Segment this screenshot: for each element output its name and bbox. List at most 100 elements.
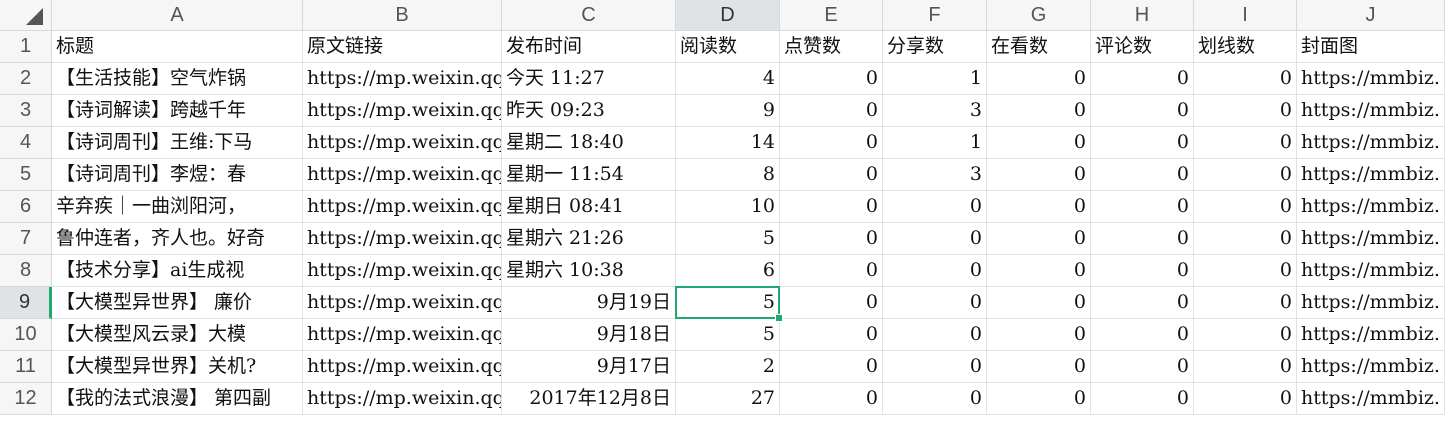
cell-b6[interactable]: https://mp.weixin.qq bbox=[303, 191, 502, 223]
cell-g10[interactable]: 0 bbox=[987, 319, 1091, 351]
cell-f6[interactable]: 0 bbox=[883, 191, 987, 223]
column-header-f[interactable]: F bbox=[883, 0, 987, 31]
cell-i6[interactable]: 0 bbox=[1194, 191, 1297, 223]
cell-b2[interactable]: https://mp.weixin.qq bbox=[303, 63, 502, 95]
cell-i1[interactable]: 划线数 bbox=[1194, 31, 1297, 63]
cell-d9[interactable]: 5 bbox=[676, 287, 780, 319]
cell-f11[interactable]: 0 bbox=[883, 351, 987, 383]
cell-f10[interactable]: 0 bbox=[883, 319, 987, 351]
cell-f5[interactable]: 3 bbox=[883, 159, 987, 191]
cell-a8[interactable]: 【技术分享】ai生成视 bbox=[52, 255, 303, 287]
cell-g1[interactable]: 在看数 bbox=[987, 31, 1091, 63]
cell-i5[interactable]: 0 bbox=[1194, 159, 1297, 191]
cell-i12[interactable]: 0 bbox=[1194, 383, 1297, 415]
column-header-b[interactable]: B bbox=[303, 0, 502, 31]
cell-c2[interactable]: 今天 11:27 bbox=[502, 63, 676, 95]
cell-b3[interactable]: https://mp.weixin.qq bbox=[303, 95, 502, 127]
cell-e4[interactable]: 0 bbox=[780, 127, 883, 159]
cell-e8[interactable]: 0 bbox=[780, 255, 883, 287]
cell-c8[interactable]: 星期六 10:38 bbox=[502, 255, 676, 287]
cell-d10[interactable]: 5 bbox=[676, 319, 780, 351]
cell-i9[interactable]: 0 bbox=[1194, 287, 1297, 319]
cell-b8[interactable]: https://mp.weixin.qq bbox=[303, 255, 502, 287]
column-header-e[interactable]: E bbox=[780, 0, 883, 31]
cell-g5[interactable]: 0 bbox=[987, 159, 1091, 191]
cell-d6[interactable]: 10 bbox=[676, 191, 780, 223]
column-header-h[interactable]: H bbox=[1091, 0, 1194, 31]
cell-i2[interactable]: 0 bbox=[1194, 63, 1297, 95]
cell-b7[interactable]: https://mp.weixin.qq bbox=[303, 223, 502, 255]
cell-e9[interactable]: 0 bbox=[780, 287, 883, 319]
cell-h1[interactable]: 评论数 bbox=[1091, 31, 1194, 63]
column-header-i[interactable]: I bbox=[1194, 0, 1297, 31]
cell-e11[interactable]: 0 bbox=[780, 351, 883, 383]
column-header-a[interactable]: A bbox=[52, 0, 303, 31]
cell-c4[interactable]: 星期二 18:40 bbox=[502, 127, 676, 159]
cell-g9[interactable]: 0 bbox=[987, 287, 1091, 319]
cell-d8[interactable]: 6 bbox=[676, 255, 780, 287]
row-header-9[interactable]: 9 bbox=[0, 287, 52, 319]
select-all-corner[interactable] bbox=[0, 0, 52, 31]
cell-j10[interactable]: https://mmbiz. bbox=[1297, 319, 1445, 351]
cell-h4[interactable]: 0 bbox=[1091, 127, 1194, 159]
column-header-d[interactable]: D bbox=[676, 0, 780, 31]
cell-a5[interactable]: 【诗词周刊】李煜：春 bbox=[52, 159, 303, 191]
cell-e3[interactable]: 0 bbox=[780, 95, 883, 127]
cell-b4[interactable]: https://mp.weixin.qq bbox=[303, 127, 502, 159]
row-header-5[interactable]: 5 bbox=[0, 159, 52, 191]
cell-d2[interactable]: 4 bbox=[676, 63, 780, 95]
cell-c11[interactable]: 9月17日 bbox=[502, 351, 676, 383]
cell-j11[interactable]: https://mmbiz. bbox=[1297, 351, 1445, 383]
cell-a9[interactable]: 【大模型异世界】 廉价 bbox=[52, 287, 303, 319]
row-header-2[interactable]: 2 bbox=[0, 63, 52, 95]
cell-f9[interactable]: 0 bbox=[883, 287, 987, 319]
cell-j4[interactable]: https://mmbiz. bbox=[1297, 127, 1445, 159]
cell-b10[interactable]: https://mp.weixin.qq bbox=[303, 319, 502, 351]
row-header-1[interactable]: 1 bbox=[0, 31, 52, 63]
cell-a7[interactable]: 鲁仲连者，齐人也。好奇 bbox=[52, 223, 303, 255]
cell-i10[interactable]: 0 bbox=[1194, 319, 1297, 351]
column-header-g[interactable]: G bbox=[987, 0, 1091, 31]
cell-b12[interactable]: https://mp.weixin.qq bbox=[303, 383, 502, 415]
cell-b11[interactable]: https://mp.weixin.qq bbox=[303, 351, 502, 383]
cell-c12[interactable]: 2017年12月8日 bbox=[502, 383, 676, 415]
cell-j1[interactable]: 封面图 bbox=[1297, 31, 1445, 63]
cell-a12[interactable]: 【我的法式浪漫】 第四副 bbox=[52, 383, 303, 415]
cell-e12[interactable]: 0 bbox=[780, 383, 883, 415]
cell-g2[interactable]: 0 bbox=[987, 63, 1091, 95]
cell-c3[interactable]: 昨天 09:23 bbox=[502, 95, 676, 127]
cell-b5[interactable]: https://mp.weixin.qq bbox=[303, 159, 502, 191]
cell-e6[interactable]: 0 bbox=[780, 191, 883, 223]
cell-c1[interactable]: 发布时间 bbox=[502, 31, 676, 63]
cell-d7[interactable]: 5 bbox=[676, 223, 780, 255]
cell-e1[interactable]: 点赞数 bbox=[780, 31, 883, 63]
cell-f3[interactable]: 3 bbox=[883, 95, 987, 127]
cell-j8[interactable]: https://mmbiz. bbox=[1297, 255, 1445, 287]
cell-a6[interactable]: 辛弃疾｜一曲浏阳河， bbox=[52, 191, 303, 223]
cell-e7[interactable]: 0 bbox=[780, 223, 883, 255]
row-header-7[interactable]: 7 bbox=[0, 223, 52, 255]
cell-i7[interactable]: 0 bbox=[1194, 223, 1297, 255]
cell-j9[interactable]: https://mmbiz. bbox=[1297, 287, 1445, 319]
cell-j6[interactable]: https://mmbiz. bbox=[1297, 191, 1445, 223]
cell-e2[interactable]: 0 bbox=[780, 63, 883, 95]
cell-e5[interactable]: 0 bbox=[780, 159, 883, 191]
cell-f8[interactable]: 0 bbox=[883, 255, 987, 287]
cell-j7[interactable]: https://mmbiz. bbox=[1297, 223, 1445, 255]
cell-a4[interactable]: 【诗词周刊】王维:下马 bbox=[52, 127, 303, 159]
cell-f4[interactable]: 1 bbox=[883, 127, 987, 159]
cell-c9[interactable]: 9月19日 bbox=[502, 287, 676, 319]
cell-c5[interactable]: 星期一 11:54 bbox=[502, 159, 676, 191]
cell-i4[interactable]: 0 bbox=[1194, 127, 1297, 159]
row-header-3[interactable]: 3 bbox=[0, 95, 52, 127]
cell-h5[interactable]: 0 bbox=[1091, 159, 1194, 191]
cell-c6[interactable]: 星期日 08:41 bbox=[502, 191, 676, 223]
cell-h11[interactable]: 0 bbox=[1091, 351, 1194, 383]
column-header-c[interactable]: C bbox=[502, 0, 676, 31]
cell-f7[interactable]: 0 bbox=[883, 223, 987, 255]
cell-g4[interactable]: 0 bbox=[987, 127, 1091, 159]
cell-j12[interactable]: https://mmbiz. bbox=[1297, 383, 1445, 415]
cell-f2[interactable]: 1 bbox=[883, 63, 987, 95]
cell-h10[interactable]: 0 bbox=[1091, 319, 1194, 351]
cell-h12[interactable]: 0 bbox=[1091, 383, 1194, 415]
